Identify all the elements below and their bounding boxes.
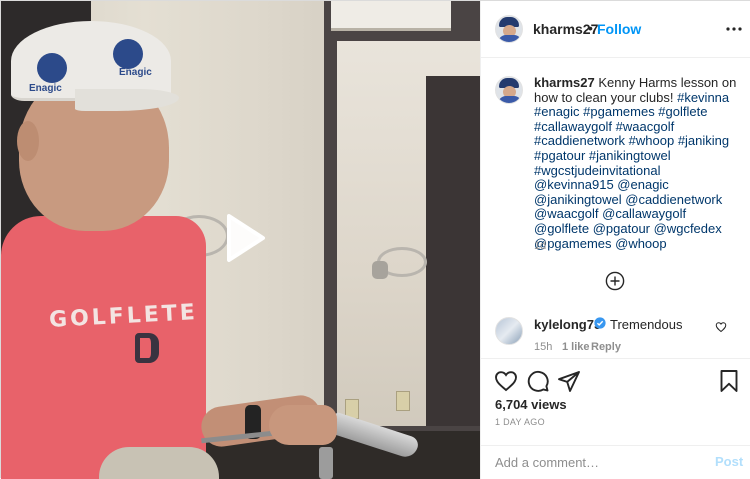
comment-timestamp[interactable]: 15h [534,341,552,353]
video-person-hand [269,405,337,445]
author-avatar[interactable] [495,15,523,43]
plus-circle-icon[interactable] [605,271,625,291]
video-cap-text: Enagic [119,67,152,78]
share-icon[interactable] [557,369,581,393]
video-light-fixture [331,1,451,31]
video-outlet [396,391,410,411]
post-date[interactable]: 1 DAY AGO [495,417,545,427]
caption-author-avatar[interactable] [495,76,523,104]
comment-reply-button[interactable]: Reply [591,341,621,353]
caption-hashtags[interactable]: #kevinna #enagic #pgamemes #golflete #ca… [534,90,729,251]
commenter-avatar[interactable] [495,317,523,345]
more-options-icon[interactable] [725,21,743,37]
heart-icon[interactable] [494,369,518,393]
post-header: kharms27 • Follow [481,1,750,58]
comment-like-icon[interactable] [715,321,727,333]
play-icon[interactable] [215,210,271,266]
post-actions: 6,704 views 1 DAY AGO [481,360,750,446]
add-comment-bar: Post [481,447,750,479]
post-side-panel: kharms27 • Follow kharms27 Kenny Harms l… [480,1,750,479]
video-cap-text: Enagic [29,83,62,94]
follow-button[interactable]: Follow [597,21,641,37]
post-comment-button[interactable]: Post [715,454,743,469]
comment-icon[interactable] [526,369,550,393]
video-cap-logo [113,39,143,69]
bookmark-icon[interactable] [717,369,741,393]
comment-like-count[interactable]: 1 like [562,341,590,353]
video-player[interactable]: GOLFLETE Enagic Enagic [1,1,480,479]
commenter-username[interactable]: kylelong75 [534,317,601,332]
view-count[interactable]: 6,704 views [495,397,567,412]
comments-section[interactable]: kharms27 Kenny Harms lesson on how to cl… [481,59,750,359]
video-towel-ring-mount-reflection [372,261,388,279]
video-towel [99,447,219,479]
post-dialog: GOLFLETE Enagic Enagic kharms27 • Follow… [0,0,750,479]
caption-timestamp[interactable]: 1d [534,240,546,252]
video-mirror-reflection [426,76,480,426]
video-faucet [319,447,333,479]
video-person-ear [17,121,39,161]
video-person-shirt [1,216,206,479]
header-separator: • [588,20,593,36]
video-cap-logo [37,53,67,83]
comment-text: Tremendous [610,317,683,332]
caption-username[interactable]: kharms27 [534,75,595,90]
comment-input[interactable] [495,449,695,475]
post-caption: kharms27 Kenny Harms lesson on how to cl… [534,75,742,251]
verified-badge-icon [594,317,606,329]
video-shirt-logo [135,333,159,363]
